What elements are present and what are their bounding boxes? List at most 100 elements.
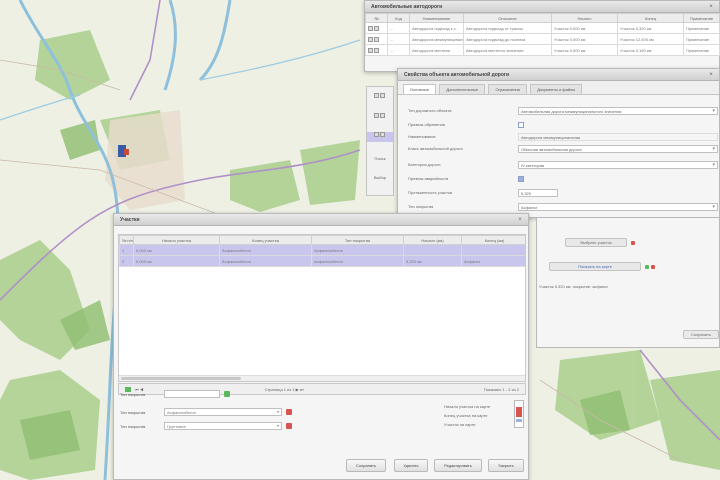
tab-documents[interactable]: Документы и файлы — [530, 84, 583, 94]
cell: 5,320 км — [403, 255, 462, 267]
row-tools-column: Поиск Выбор — [366, 86, 394, 196]
remove-icon[interactable] — [631, 241, 635, 245]
prop-label: Тип дорожного объекта — [408, 108, 452, 113]
grid-header[interactable]: Начало — [551, 13, 618, 23]
table-row[interactable]: ... Автодорога местная Автодорога местно… — [365, 44, 720, 56]
close-button[interactable]: Закрыть — [488, 459, 524, 472]
edit-icon[interactable] — [374, 112, 379, 118]
search-button[interactable]: Поиск — [367, 156, 393, 161]
row-tools[interactable] — [365, 22, 388, 34]
table-row[interactable]: 2 0,000 км Асфальтобетон Асфальтобетон 5… — [119, 255, 525, 267]
remove-icon[interactable] — [651, 265, 655, 269]
grid-header[interactable]: Код — [387, 13, 410, 23]
delete-icon[interactable] — [374, 47, 379, 53]
edit-icon[interactable] — [374, 93, 379, 99]
cell: Участок 0,000 км — [551, 33, 618, 45]
encumbrance-checkbox[interactable] — [518, 122, 524, 128]
table-row[interactable]: ... Автодорога межмуниципальная Автодоро… — [365, 33, 720, 45]
grid-header[interactable]: Конец (км) — [461, 235, 525, 245]
grid-header[interactable]: Описание — [463, 13, 552, 23]
delete-icon[interactable] — [374, 36, 379, 42]
roads-grid: № Код Наименование Описание Начало Конец… — [365, 13, 720, 56]
close-icon[interactable]: × — [707, 71, 715, 79]
cell: Асфальт — [461, 255, 525, 267]
legend-start: Начало участка на карте — [444, 404, 491, 409]
delete-icon[interactable] — [380, 93, 385, 99]
category-select[interactable]: IV категория ▾ — [518, 161, 718, 169]
prop-label: Класс автомобильной дороги — [408, 146, 463, 151]
grid-header[interactable]: № — [365, 13, 388, 23]
cell: Участок 12,400 км — [617, 33, 684, 45]
edit-icon[interactable] — [368, 25, 373, 31]
select-button[interactable]: Выбор — [367, 175, 393, 180]
chevron-down-icon: ▾ — [712, 108, 715, 114]
tab-additional[interactable]: Дополнительные — [439, 84, 486, 94]
cell: ... — [387, 44, 410, 56]
delete-icon[interactable] — [374, 25, 379, 31]
cell: 0,000 км — [133, 244, 220, 256]
show-on-map-button[interactable]: Показать на карте — [549, 262, 641, 271]
delete-icon[interactable] — [380, 112, 385, 118]
road-class-select[interactable]: Обычная автомобильная дорога ▾ — [518, 145, 718, 153]
cell: Автодорога подъезд от трассы — [463, 22, 552, 34]
edit-icon[interactable] — [374, 132, 379, 138]
grid-header[interactable]: № п/п — [119, 235, 134, 245]
save-button[interactable]: Сохранить — [346, 459, 386, 472]
surface-start-select[interactable]: Асфальтобетон ▾ — [164, 408, 282, 416]
grid-header[interactable]: Тип покрытия — [311, 235, 404, 245]
roads-list-window: Автомобильные автодороги × № Код Наимено… — [364, 0, 720, 72]
delete-button[interactable]: Удалить — [394, 459, 428, 472]
color-swatch-fill — [516, 407, 522, 417]
apply-filter-icon[interactable] — [224, 391, 230, 397]
close-icon[interactable]: × — [707, 3, 715, 11]
prop-label: Наименование — [408, 134, 436, 139]
name-field[interactable]: Автодорога межмуниципальная — [518, 133, 718, 141]
prop-label: Тип покрытия — [408, 204, 434, 209]
properties-window: Свойства объекта автомобильной дороги × … — [397, 68, 720, 218]
select-section-button[interactable]: Выбрать участок — [565, 238, 627, 247]
chevron-down-icon: ▾ — [276, 423, 279, 428]
filter-label: Тип покрытия — [120, 392, 146, 397]
emergency-checkbox[interactable] — [518, 176, 524, 182]
clear-icon[interactable] — [286, 409, 292, 415]
filter-input[interactable] — [164, 390, 220, 398]
color-swatch[interactable] — [514, 400, 524, 428]
tab-restrictions[interactable]: Ограничения — [488, 84, 527, 94]
table-row[interactable]: ... Автодорога подъезд к с. Автодорога п… — [365, 22, 720, 34]
grid-header[interactable]: Начало участка — [133, 235, 220, 245]
horizontal-scrollbar[interactable] — [119, 375, 525, 381]
grid-header[interactable]: Конец — [617, 13, 684, 23]
cell: Примечание — [683, 33, 720, 45]
row-tools[interactable] — [365, 44, 388, 56]
grid-header[interactable]: Примечание — [683, 13, 720, 23]
object-type-select[interactable]: Автомобильная дорога межмуниципального з… — [518, 107, 718, 115]
close-icon[interactable]: × — [516, 216, 524, 224]
roads-list-title[interactable]: Автомобильные автодороги — [365, 1, 719, 13]
properties-title[interactable]: Свойства объекта автомобильной дороги — [398, 69, 719, 81]
accept-icon[interactable] — [645, 265, 649, 269]
row-tools[interactable] — [365, 33, 388, 45]
tab-main[interactable]: Основные — [403, 84, 436, 94]
delete-icon[interactable] — [380, 132, 385, 138]
prop-label: Протяженность участка — [408, 190, 453, 195]
edit-button[interactable]: Редактировать — [434, 459, 482, 472]
scrollbar-thumb[interactable] — [121, 377, 241, 380]
color-swatch-fill — [516, 419, 522, 422]
save-button[interactable]: Сохранить — [683, 330, 719, 339]
surface-end-select[interactable]: Грунтовое ▾ — [164, 422, 282, 430]
next-page-icon[interactable]: ▶ — [296, 387, 299, 392]
edit-icon[interactable] — [368, 47, 373, 53]
last-page-icon[interactable]: ⏭ — [300, 387, 304, 392]
grid-header[interactable]: Начало (км) — [403, 235, 462, 245]
chevron-down-icon: ▾ — [712, 146, 715, 152]
clear-icon[interactable] — [286, 423, 292, 429]
length-field[interactable]: 5,320 — [518, 189, 558, 197]
dialog-title[interactable]: Участки — [114, 214, 528, 226]
cell — [461, 244, 525, 256]
grid-header[interactable]: Конец участка — [219, 235, 312, 245]
cell: ... — [387, 33, 410, 45]
grid-header[interactable]: Наименование — [409, 13, 464, 23]
table-row[interactable]: 1 0,000 км Асфальтобетон Асфальтобетон — [119, 244, 525, 256]
edit-icon[interactable] — [368, 36, 373, 42]
surface-select[interactable]: Асфальт ▾ — [518, 203, 718, 211]
